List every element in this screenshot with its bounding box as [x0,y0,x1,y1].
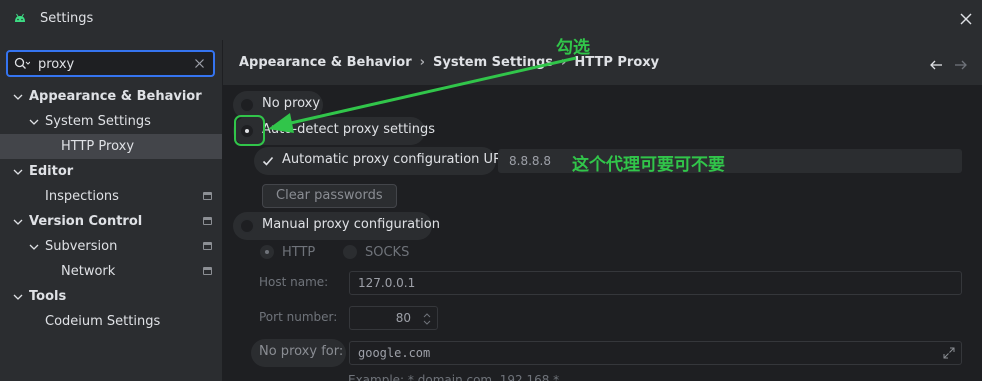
spinner-icon[interactable] [420,310,434,328]
no-proxy-for-label: No proxy for: [259,344,344,359]
tree-item-http-proxy[interactable]: HTTP Proxy [0,134,222,159]
http-radio[interactable] [260,245,274,259]
tree-item-version-control[interactable]: Version Control [0,209,222,234]
tree-item-label: Editor [29,164,74,179]
close-icon[interactable] [958,11,974,27]
checkmark-icon[interactable] [262,155,274,167]
chevron-down-icon[interactable] [13,92,23,102]
search-input[interactable] [38,54,188,74]
http-label: HTTP [282,245,316,260]
clear-passwords-button[interactable]: Clear passwords [262,184,397,208]
chevron-down-icon[interactable] [13,167,23,177]
breadcrumb: Appearance & Behavior › System Settings › HT… [239,55,659,73]
checkbox-label: Automatic proxy configuration URL: [282,152,514,167]
chevron-down-icon[interactable] [29,117,39,127]
socks-radio[interactable] [343,245,357,259]
search-box[interactable] [6,50,215,77]
host-name-field[interactable]: 127.0.0.1 [349,271,962,295]
android-icon [15,13,25,22]
clear-icon[interactable] [194,58,205,69]
tree-item-network[interactable]: Network [0,259,222,284]
tree-item-codeium-settings[interactable]: Codeium Settings [0,309,222,334]
auto-config-url-field[interactable]: 8.8.8.8 [498,149,962,173]
socks-label: SOCKS [365,245,410,260]
annotation-highlight-box [234,115,265,146]
chevron-down-icon[interactable] [13,217,23,227]
example-hint: Example: *.domain.com, 192.168.* [348,373,560,381]
tree-item-label: Version Control [29,214,143,229]
project-settings-icon [203,242,212,250]
radio-label: Auto-detect proxy settings [262,122,436,137]
tree-item-label: Subversion [45,239,118,254]
annotation-check-label: 勾选 [556,38,590,58]
breadcrumb-separator: › [419,55,425,70]
tree-item-editor[interactable]: Editor [0,159,222,184]
manual-proxy-radio[interactable]: Manual proxy configuration [233,212,440,240]
breadcrumb-item[interactable]: Appearance & Behavior [239,55,412,70]
radio-label: No proxy [262,96,321,111]
no-proxy-for-label-pill: No proxy for: [251,339,346,367]
chevron-down-icon[interactable] [29,242,39,252]
radio-button[interactable] [240,219,254,233]
settings-sidebar: Appearance & Behavior System Settings HT… [0,40,222,381]
port-number-label: Port number: [259,310,338,324]
expand-icon[interactable] [943,347,955,359]
radio-label: Manual proxy configuration [262,217,440,232]
annotation-note: 这个代理可要可不要 [572,155,725,175]
tree-item-label: System Settings [45,114,151,129]
tree-item-subversion[interactable]: Subversion [0,234,222,259]
tree-item-label: Tools [29,289,67,304]
radio-button[interactable] [240,98,254,112]
tree-item-label: Appearance & Behavior [29,89,202,104]
no-proxy-for-field[interactable]: google.com [349,341,962,365]
breadcrumb-item[interactable]: System Settings [433,55,553,70]
project-settings-icon [203,217,212,225]
chevron-down-icon[interactable] [13,292,23,302]
tree-item-tools[interactable]: Tools [0,284,222,309]
tree-item-inspections[interactable]: Inspections [0,184,222,209]
project-settings-icon [203,192,212,200]
tree-item-label: Network [61,264,116,279]
search-icon[interactable] [14,57,30,71]
tree-item-appearance-behavior[interactable]: Appearance & Behavior [0,84,222,109]
title-bar: Settings [0,0,982,40]
window-title: Settings [40,11,94,26]
auto-config-url-checkbox[interactable]: Automatic proxy configuration URL: [254,147,514,175]
tree-item-system-settings[interactable]: System Settings [0,109,222,134]
project-settings-icon [203,267,212,275]
arrow-left-icon[interactable] [929,58,943,72]
tree-item-label: Codeium Settings [45,314,161,329]
arrow-right-icon[interactable] [954,58,968,72]
tree-item-label: Inspections [45,189,119,204]
host-name-label: Host name: [259,275,329,289]
tree-item-label: HTTP Proxy [61,139,135,154]
